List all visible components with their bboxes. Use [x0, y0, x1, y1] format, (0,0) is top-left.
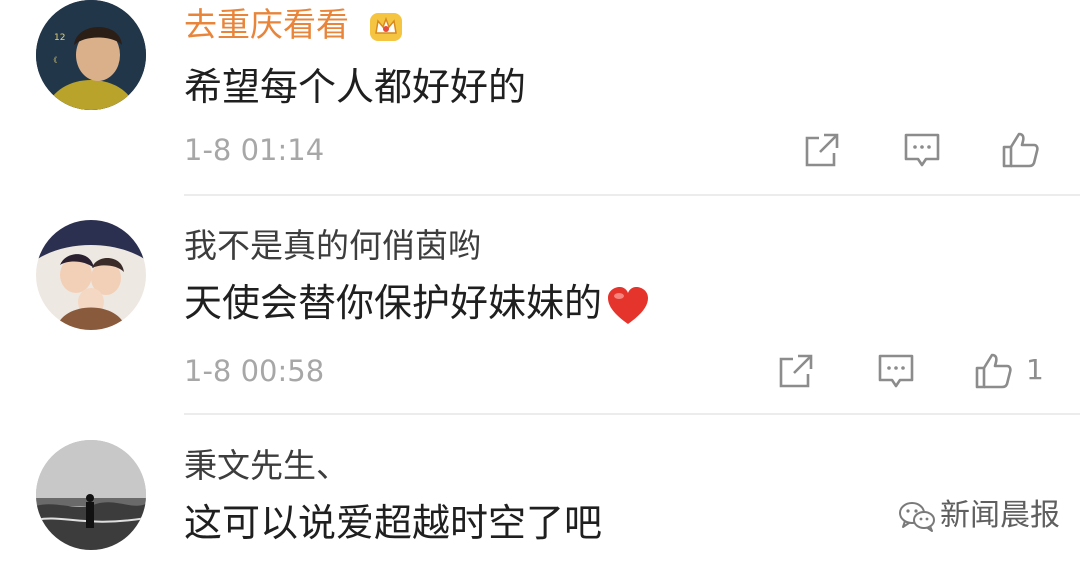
svg-text:《: 《 [50, 56, 57, 64]
like-button[interactable] [973, 351, 1013, 391]
avatar[interactable]: 12 《 [36, 0, 146, 110]
comment-icon [878, 354, 914, 388]
comment-text: 希望每个人都好好的 [184, 65, 527, 109]
avatar[interactable] [36, 220, 146, 330]
reply-button[interactable] [876, 351, 916, 391]
avatar[interactable] [36, 440, 146, 550]
watermark-text: 新闻晨报 [940, 498, 1060, 533]
timestamp: 1-8 01:14 [184, 133, 325, 167]
like-button[interactable] [1000, 130, 1040, 170]
crown-icon [368, 9, 404, 45]
svg-text:12: 12 [54, 33, 65, 43]
divider [184, 194, 1080, 196]
username[interactable]: 我不是真的何俏茵哟 [184, 226, 481, 266]
thumbs-up-icon [1002, 132, 1039, 168]
like-count: 1 [1026, 353, 1044, 386]
comment-text-body: 天使会替你保护好妹妹的 [184, 281, 603, 325]
comment-text: 天使会替你保护好妹妹的 [184, 280, 650, 326]
watermark: 新闻晨报 [898, 496, 1060, 536]
share-icon [779, 354, 813, 388]
comment-icon [904, 133, 940, 167]
share-icon [805, 133, 839, 167]
comment-text: 这可以说爱超越时空了吧 [184, 501, 603, 545]
username-text[interactable]: 去重庆看看 [184, 5, 349, 44]
red-heart-icon [606, 286, 650, 326]
wechat-icon [899, 502, 935, 532]
username[interactable]: 秉文先生、 [184, 446, 349, 486]
share-button[interactable] [776, 351, 816, 391]
reply-button[interactable] [902, 130, 942, 170]
thumbs-up-icon [975, 353, 1012, 389]
share-button[interactable] [802, 130, 842, 170]
timestamp: 1-8 00:58 [184, 354, 325, 388]
divider [184, 413, 1080, 415]
username[interactable]: 去重庆看看 [184, 5, 404, 45]
comment-list: 12 《 去重庆看看 希望每个人都好好的 1-8 01:14 我不是真的何俏茵哟… [0, 0, 1080, 563]
